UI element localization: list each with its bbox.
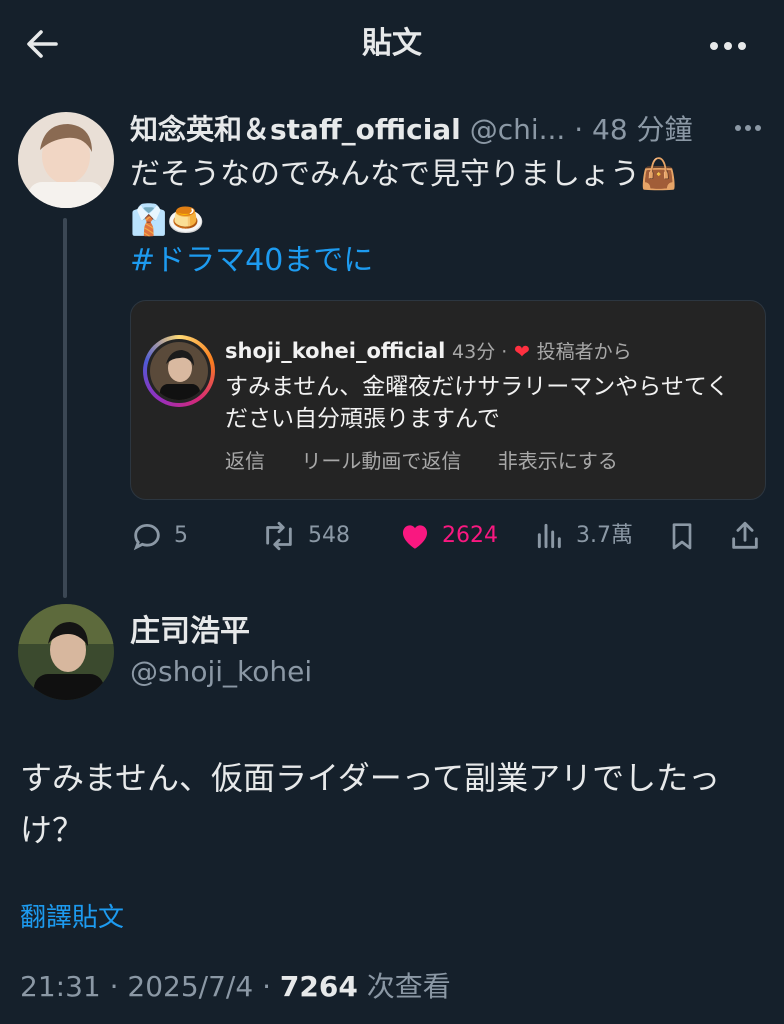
ig-header: shoji_kohei_official 43分 · ❤ 投稿者から [225, 337, 632, 366]
story-ring [143, 335, 215, 407]
hashtag-link[interactable]: #ドラマ40までに [130, 238, 373, 284]
views-label: 次查看 [366, 970, 451, 1003]
back-arrow-icon[interactable] [22, 24, 62, 64]
meta-separator: · [262, 970, 271, 1003]
avatar-chinen[interactable] [18, 112, 114, 208]
tweet-action-bar: 5 548 2624 3.7萬 [130, 516, 764, 556]
quoted-tweet-header: 知念英和＆staff_official @chi... · 48 分鐘 [130, 110, 750, 150]
repost-count: 548 [308, 523, 350, 548]
author-name[interactable]: 知念英和＆staff_official [130, 113, 461, 146]
main-author-handle[interactable]: @shoji_kohei [130, 654, 312, 690]
post-date[interactable]: 2025/7/4 [127, 970, 253, 1003]
tweet-text-line: だそうなのでみんなで見守りましょう👜 [130, 157, 678, 192]
ig-time: 43分 · [452, 341, 508, 363]
thread-connector [63, 218, 67, 598]
tweet-more-icon[interactable] [730, 112, 766, 144]
share-button[interactable] [728, 516, 772, 556]
repost-button[interactable]: 548 [260, 516, 350, 556]
heart-icon: ❤ [514, 341, 530, 363]
tweet-time: 48 分鐘 [592, 113, 693, 146]
bookmark-button[interactable] [666, 516, 708, 556]
like-button[interactable]: 2624 [398, 516, 498, 556]
meta-separator: · [109, 970, 119, 1003]
top-bar: 貼文 [0, 0, 784, 90]
like-heart-icon [402, 525, 428, 549]
ig-username: shoji_kohei_official [225, 339, 446, 363]
reply-button[interactable]: 5 [130, 516, 188, 556]
ig-hide: 非表示にする [497, 449, 618, 473]
more-options-icon[interactable] [704, 26, 752, 66]
ig-comment-text: すみません、金曜夜だけサラリーマンやらせてください自分頑張りますんで [225, 374, 730, 432]
repost-icon [266, 521, 292, 551]
bar-chart-icon [537, 523, 561, 549]
quoted-tweet-text: だそうなのでみんなで見守りましょう👜 👔🍮 [130, 152, 750, 244]
share-icon [732, 521, 758, 549]
ig-avatar [150, 342, 208, 400]
ig-reel-reply: リール動画で返信 [301, 449, 462, 473]
reply-count: 5 [174, 523, 188, 548]
bookmark-icon [672, 523, 692, 550]
reply-icon [133, 523, 160, 551]
author-handle[interactable]: @chi... [470, 113, 566, 146]
translate-link[interactable]: 翻譯貼文 [20, 900, 124, 936]
page-title: 貼文 [362, 26, 422, 61]
tweet-meta: 21:31 · 2025/7/4 · 7264 次查看 [20, 968, 451, 1006]
post-time[interactable]: 21:31 [20, 970, 101, 1003]
ig-from-label: 投稿者から [536, 341, 632, 363]
separator: · [574, 113, 584, 146]
main-author-name[interactable]: 庄司浩平 [130, 612, 250, 652]
view-count: 3.7萬 [576, 523, 633, 548]
ig-reply: 返信 [225, 449, 265, 473]
avatar-shoji[interactable] [18, 604, 114, 700]
main-tweet-text: すみません、仮面ライダーって副業アリでしたっけ？ [20, 759, 721, 849]
ig-actions: 返信 リール動画で返信 非表示にする [225, 445, 648, 474]
instagram-screenshot-card[interactable]: shoji_kohei_official 43分 · ❤ 投稿者から すみません… [130, 300, 766, 500]
views-button[interactable]: 3.7萬 [534, 516, 633, 556]
view-count-main[interactable]: 7264 [280, 970, 358, 1003]
like-count: 2624 [442, 523, 498, 548]
